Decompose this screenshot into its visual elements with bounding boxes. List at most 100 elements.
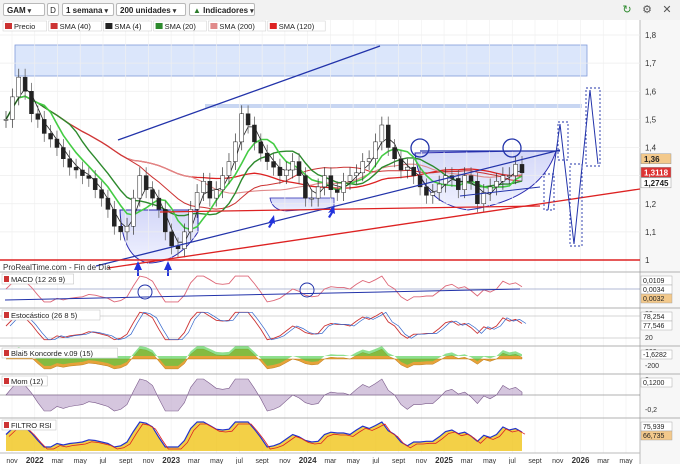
daily-toggle-button[interactable]: D <box>47 3 59 16</box>
x-tick-label: 2025 <box>435 456 453 464</box>
candle-body <box>430 192 436 196</box>
x-tick-label: jul <box>371 458 379 464</box>
candle-body <box>252 124 257 143</box>
candle-body <box>73 166 79 171</box>
legend-label: Precio <box>14 22 35 31</box>
panel-value-label: 75,939 <box>643 424 665 431</box>
candle-body <box>233 141 238 162</box>
price-tag-label: 1,36 <box>644 155 660 164</box>
candle-body <box>86 175 92 179</box>
price-tag-label: 1,2745 <box>644 179 669 188</box>
panel-y-tick: 20 <box>645 335 653 342</box>
panel-label-swatch <box>4 350 9 356</box>
candle-body <box>182 231 187 249</box>
x-tick-label: mar <box>188 458 201 464</box>
resistance-zone <box>14 44 588 77</box>
candle-body <box>92 178 98 190</box>
candle-body <box>335 189 340 193</box>
x-tick-label: nov <box>416 458 428 464</box>
panel-value-label: 0,0109 <box>643 278 665 285</box>
price-tags: 1,36 1,3118 1,2745 <box>640 153 672 189</box>
candle-body <box>507 175 512 177</box>
panel-y-tick: -0,2 <box>645 407 657 414</box>
candle-body <box>3 119 9 121</box>
candle-body <box>366 158 372 162</box>
chevron-down-icon: ▾ <box>27 8 32 15</box>
candle-body <box>67 158 72 168</box>
y-tick-label: 1 <box>645 256 650 265</box>
candle-body <box>411 166 416 176</box>
candle-body <box>143 175 149 190</box>
units-selector[interactable]: 200 unidades ▾ <box>116 3 186 16</box>
chart-area: 1,81,71,61,51,41,31,21,11 1,361,31181,27… <box>0 20 680 464</box>
candle-body <box>35 113 41 120</box>
x-tick-label: mar <box>461 458 474 464</box>
panel-label: Mom (12) <box>11 377 44 386</box>
candle-body <box>462 175 467 190</box>
gear-icon[interactable]: ⚙ <box>640 3 654 17</box>
x-tick-label: may <box>483 458 497 464</box>
candle-body <box>220 175 225 190</box>
candle-body <box>207 181 213 199</box>
candle-body <box>354 172 359 176</box>
candle-body <box>494 181 499 188</box>
panel-y-tick: -200 <box>645 363 659 370</box>
symbol-selector[interactable]: GAM ▾ <box>3 3 45 16</box>
candle-body <box>61 147 66 159</box>
candle-body <box>481 192 487 204</box>
candle-body <box>500 175 506 182</box>
candle-body <box>475 181 480 204</box>
legend-swatch <box>269 23 277 29</box>
toolbar: GAM ▾ D 1 semana ▾ 200 unidades ▾ ▲ Indicad… <box>0 0 680 21</box>
legend-label: SMA (40) <box>60 22 92 31</box>
y-tick-label: 1,8 <box>645 31 657 40</box>
candle-body <box>360 161 365 174</box>
candle-body <box>245 113 251 126</box>
candle-body <box>277 166 283 176</box>
candle-body <box>385 124 391 148</box>
panel-value-label: 0,1200 <box>643 380 665 387</box>
legend-swatch <box>5 23 12 29</box>
indicators-button[interactable]: ▲ Indicadores ▾ <box>189 3 255 16</box>
candle-body <box>264 152 270 162</box>
candle-body <box>131 197 136 227</box>
y-tick-label: 1,6 <box>645 87 657 96</box>
candle-body <box>105 197 111 210</box>
refresh-icon[interactable]: ↻ <box>620 3 634 17</box>
x-tick-label: 2023 <box>162 456 180 464</box>
legend-label: SMA (120) <box>279 22 315 31</box>
chevron-down-icon: ▾ <box>250 8 254 15</box>
panel-value-label: 0,0032 <box>643 296 665 303</box>
y-tick-label: 1,1 <box>645 228 657 237</box>
x-tick-label: sept <box>119 458 132 464</box>
candle-body <box>188 209 193 233</box>
watermark: ProRealTime.com - Fin de Día <box>3 263 111 272</box>
candle-body <box>118 226 123 233</box>
candle-body <box>468 175 474 182</box>
x-tick-label: may <box>210 458 224 464</box>
period-selector[interactable]: 1 semana ▾ <box>62 3 114 16</box>
candle-body <box>124 226 130 233</box>
x-tick-label: jul <box>98 458 106 464</box>
candle-body <box>290 161 295 171</box>
legend-label: SMA (4) <box>114 22 142 31</box>
candle-body <box>456 178 461 190</box>
y-tick-label: 1,2 <box>645 200 657 209</box>
x-tick-label: 2024 <box>299 456 317 464</box>
candle-body <box>150 189 155 199</box>
candle-body <box>373 141 378 159</box>
close-icon[interactable]: ✕ <box>660 3 674 17</box>
candle-body <box>284 169 289 176</box>
x-tick-label: mar <box>324 458 337 464</box>
panel-value-label: 0,0034 <box>643 287 665 294</box>
resistance-band <box>205 104 582 108</box>
candle-body <box>156 197 162 210</box>
main-legend: Precio SMA (40) SMA (4) SMA (20) SMA (200) SM… <box>2 20 326 32</box>
panel-label: Estocástico (26 8 5) <box>11 311 78 320</box>
candle-body <box>41 119 47 134</box>
x-tick-label: nov <box>143 458 155 464</box>
x-tick-label: sept <box>392 458 405 464</box>
panel-label: FILTRO RSI <box>11 421 52 430</box>
candle-body <box>137 175 143 199</box>
candle-body <box>226 161 232 176</box>
